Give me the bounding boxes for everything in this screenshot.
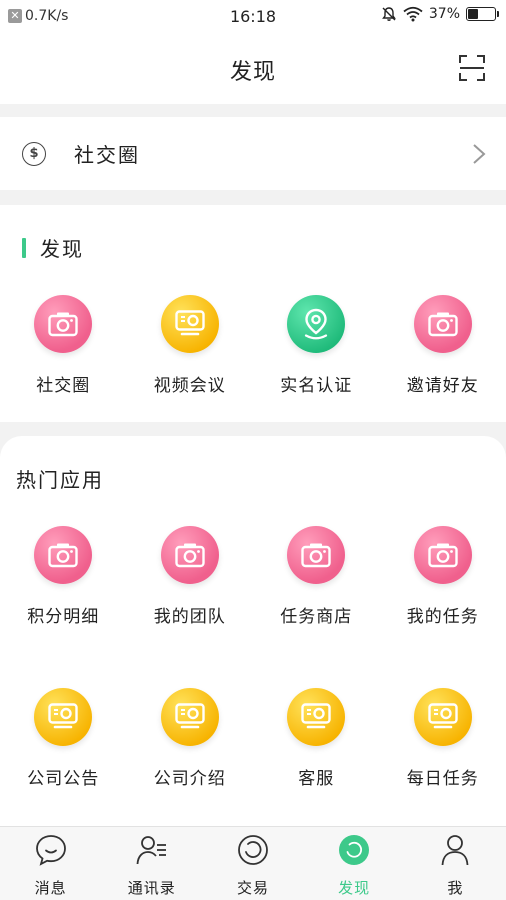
exchange-circle-icon (236, 833, 270, 871)
hot-app-item-label: 公司公告 (27, 769, 100, 789)
hot-apps-section: 热门应用 积分明细 我的团队 任务商店 我的任务 公司公告 公司介绍 客服 每日任务 (0, 436, 506, 826)
projector-icon (34, 688, 93, 746)
camera-icon (287, 526, 346, 584)
hot-app-item-3[interactable]: 客服 (253, 688, 380, 789)
scan-icon[interactable] (458, 54, 486, 82)
projector-icon (160, 688, 219, 746)
discover-item-label: 视频会议 (153, 376, 226, 396)
discover-item-label: 实名认证 (280, 376, 353, 396)
bottom-nav: 消息 通讯录 交易 发现 我 (0, 826, 506, 900)
hot-app-item-label: 客服 (298, 769, 335, 789)
hot-app-item-1[interactable]: 公司公告 (0, 688, 127, 789)
nav-item-2[interactable]: 通讯录 (101, 827, 202, 900)
projector-icon (413, 688, 472, 746)
discover-item-label: 社交圈 (36, 376, 91, 396)
camera-icon (34, 526, 93, 584)
social-circle-label: 社交圈 (74, 143, 140, 167)
nav-item-4[interactable]: 发现 (304, 827, 405, 900)
hot-app-item-label: 公司介绍 (153, 769, 226, 789)
camera-icon (413, 295, 472, 353)
hot-apps-row-1: 积分明细 我的团队 任务商店 我的任务 (0, 526, 506, 627)
hot-apps-heading: 热门应用 (16, 468, 104, 492)
coin-icon: $ (22, 141, 46, 166)
hot-app-item-4[interactable]: 我的任务 (380, 526, 506, 627)
wifi-icon (403, 6, 423, 22)
discover-item-label: 邀请好友 (406, 376, 479, 396)
discover-heading: 发现 (40, 237, 84, 261)
nav-item-label: 发现 (338, 879, 371, 897)
discover-section: 发现 社交圈 视频会议 实名认证 邀请好友 (0, 205, 506, 422)
hot-app-item-4[interactable]: 每日任务 (380, 688, 506, 789)
hot-app-item-label: 每日任务 (406, 769, 479, 789)
projector-icon (287, 688, 346, 746)
battery-icon (466, 7, 499, 21)
nav-item-1[interactable]: 消息 (0, 827, 101, 900)
status-bar: ✕ 0.7K/s 16:18 37% (0, 0, 506, 34)
camera-icon (34, 295, 93, 353)
hot-app-item-label: 我的团队 (153, 607, 226, 627)
hot-app-item-2[interactable]: 我的团队 (127, 526, 254, 627)
discover-grid: 社交圈 视频会议 实名认证 邀请好友 (0, 295, 506, 396)
discover-item-1[interactable]: 社交圈 (0, 295, 127, 396)
hot-app-item-1[interactable]: 积分明细 (0, 526, 127, 627)
discover-item-4[interactable]: 邀请好友 (380, 295, 506, 396)
discover-item-2[interactable]: 视频会议 (127, 295, 254, 396)
hot-app-item-label: 任务商店 (280, 607, 353, 627)
battery-level (468, 9, 478, 19)
social-circle-row[interactable]: $ 社交圈 (0, 117, 506, 190)
battery-percent: 37% (428, 6, 460, 22)
network-speed: 0.7K/s (25, 8, 69, 24)
profile-icon (438, 833, 472, 871)
nav-item-3[interactable]: 交易 (202, 827, 303, 900)
camera-icon (160, 526, 219, 584)
status-icons: 37% (381, 6, 499, 22)
page-title: 发现 (229, 60, 276, 85)
discover-item-3[interactable]: 实名认证 (253, 295, 380, 396)
nav-item-label: 交易 (236, 879, 269, 897)
nav-item-label: 消息 (34, 879, 67, 897)
contacts-icon (135, 833, 169, 871)
hot-apps-row-2: 公司公告 公司介绍 客服 每日任务 (0, 688, 506, 789)
mute-bell-icon (381, 7, 396, 21)
app-header: 发现 (0, 34, 506, 104)
network-indicator: ✕ 0.7K/s (8, 8, 68, 24)
close-notification-icon: ✕ (8, 9, 22, 23)
hot-app-item-label: 我的任务 (406, 607, 479, 627)
projector-icon (160, 295, 219, 353)
location-pin-icon (287, 295, 346, 353)
hot-app-item-label: 积分明细 (27, 607, 100, 627)
nav-item-5[interactable]: 我 (405, 827, 506, 900)
discover-icon (337, 833, 371, 871)
hot-app-item-2[interactable]: 公司介绍 (127, 688, 254, 789)
nav-item-label: 我 (447, 879, 464, 897)
hot-app-item-3[interactable]: 任务商店 (253, 526, 380, 627)
section-heading: 发现 (22, 233, 84, 262)
camera-icon (413, 526, 472, 584)
nav-item-label: 通讯录 (127, 879, 176, 897)
section-accent-bar (22, 237, 26, 258)
chevron-right-icon (473, 144, 486, 164)
chat-bubble-icon (34, 833, 68, 871)
